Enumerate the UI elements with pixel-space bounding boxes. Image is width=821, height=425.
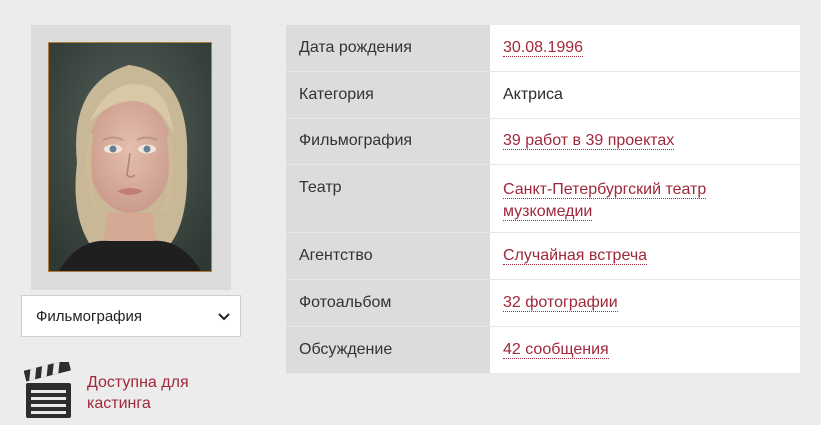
info-row-value-cell: Случайная встреча	[490, 232, 800, 279]
info-row: Обсуждение 42 сообщения	[286, 326, 800, 373]
info-row-value-cell: 30.08.1996	[490, 25, 800, 71]
info-row-label: Фотоальбом	[286, 279, 490, 326]
info-row-value-cell: Санкт-Петербургский театр музкомедии	[490, 164, 800, 232]
info-row-value-cell: Актриса	[490, 71, 800, 118]
info-row: Фотоальбом 32 фотографии	[286, 279, 800, 326]
info-row: Агентство Случайная встреча	[286, 232, 800, 279]
info-row: Фильмография 39 работ в 39 проектах	[286, 118, 800, 164]
info-row-link[interactable]: Санкт-Петербургский театр музкомедии	[503, 180, 707, 221]
info-row-label: Театр	[286, 164, 490, 232]
info-row-label: Дата рождения	[286, 25, 490, 71]
info-row: Дата рождения 30.08.1996	[286, 25, 800, 71]
filmography-select[interactable]: Фильмография	[21, 295, 241, 337]
casting-link[interactable]: Доступна для кастинга	[87, 372, 227, 414]
info-row-label: Категория	[286, 71, 490, 118]
chevron-down-icon	[218, 309, 230, 324]
actor-photo[interactable]	[48, 42, 212, 272]
info-row: Категория Актриса	[286, 71, 800, 118]
info-row: Театр Санкт-Петербургский театр музкомеди…	[286, 164, 800, 232]
clapperboard-icon	[23, 359, 74, 420]
info-row-label: Фильмография	[286, 118, 490, 164]
info-row-link[interactable]: 39 работ в 39 проектах	[503, 132, 675, 150]
info-row-link[interactable]: 30.08.1996	[503, 38, 584, 57]
info-row-link[interactable]: 42 сообщения	[503, 340, 609, 359]
info-row-link[interactable]: Случайная встреча	[503, 246, 648, 265]
info-row-value: Актриса	[503, 85, 563, 103]
filmography-select-value: Фильмография	[36, 307, 143, 325]
photo-frame	[31, 25, 231, 290]
info-row-value-cell: 32 фотографии	[490, 279, 800, 326]
casting-availability: Доступна для кастинга	[23, 359, 227, 420]
info-row-link[interactable]: 32 фотографии	[503, 293, 618, 312]
info-row-label: Обсуждение	[286, 326, 490, 373]
actor-profile: Фильмография Доступна для кастинга Дата …	[0, 0, 821, 425]
info-row-label: Агентство	[286, 232, 490, 279]
profile-info-table: Дата рождения 30.08.1996 Категория Актриса Ф…	[286, 25, 800, 374]
info-row-value-cell: 39 работ в 39 проектах	[490, 118, 800, 164]
info-row-value-cell: 42 сообщения	[490, 326, 800, 373]
